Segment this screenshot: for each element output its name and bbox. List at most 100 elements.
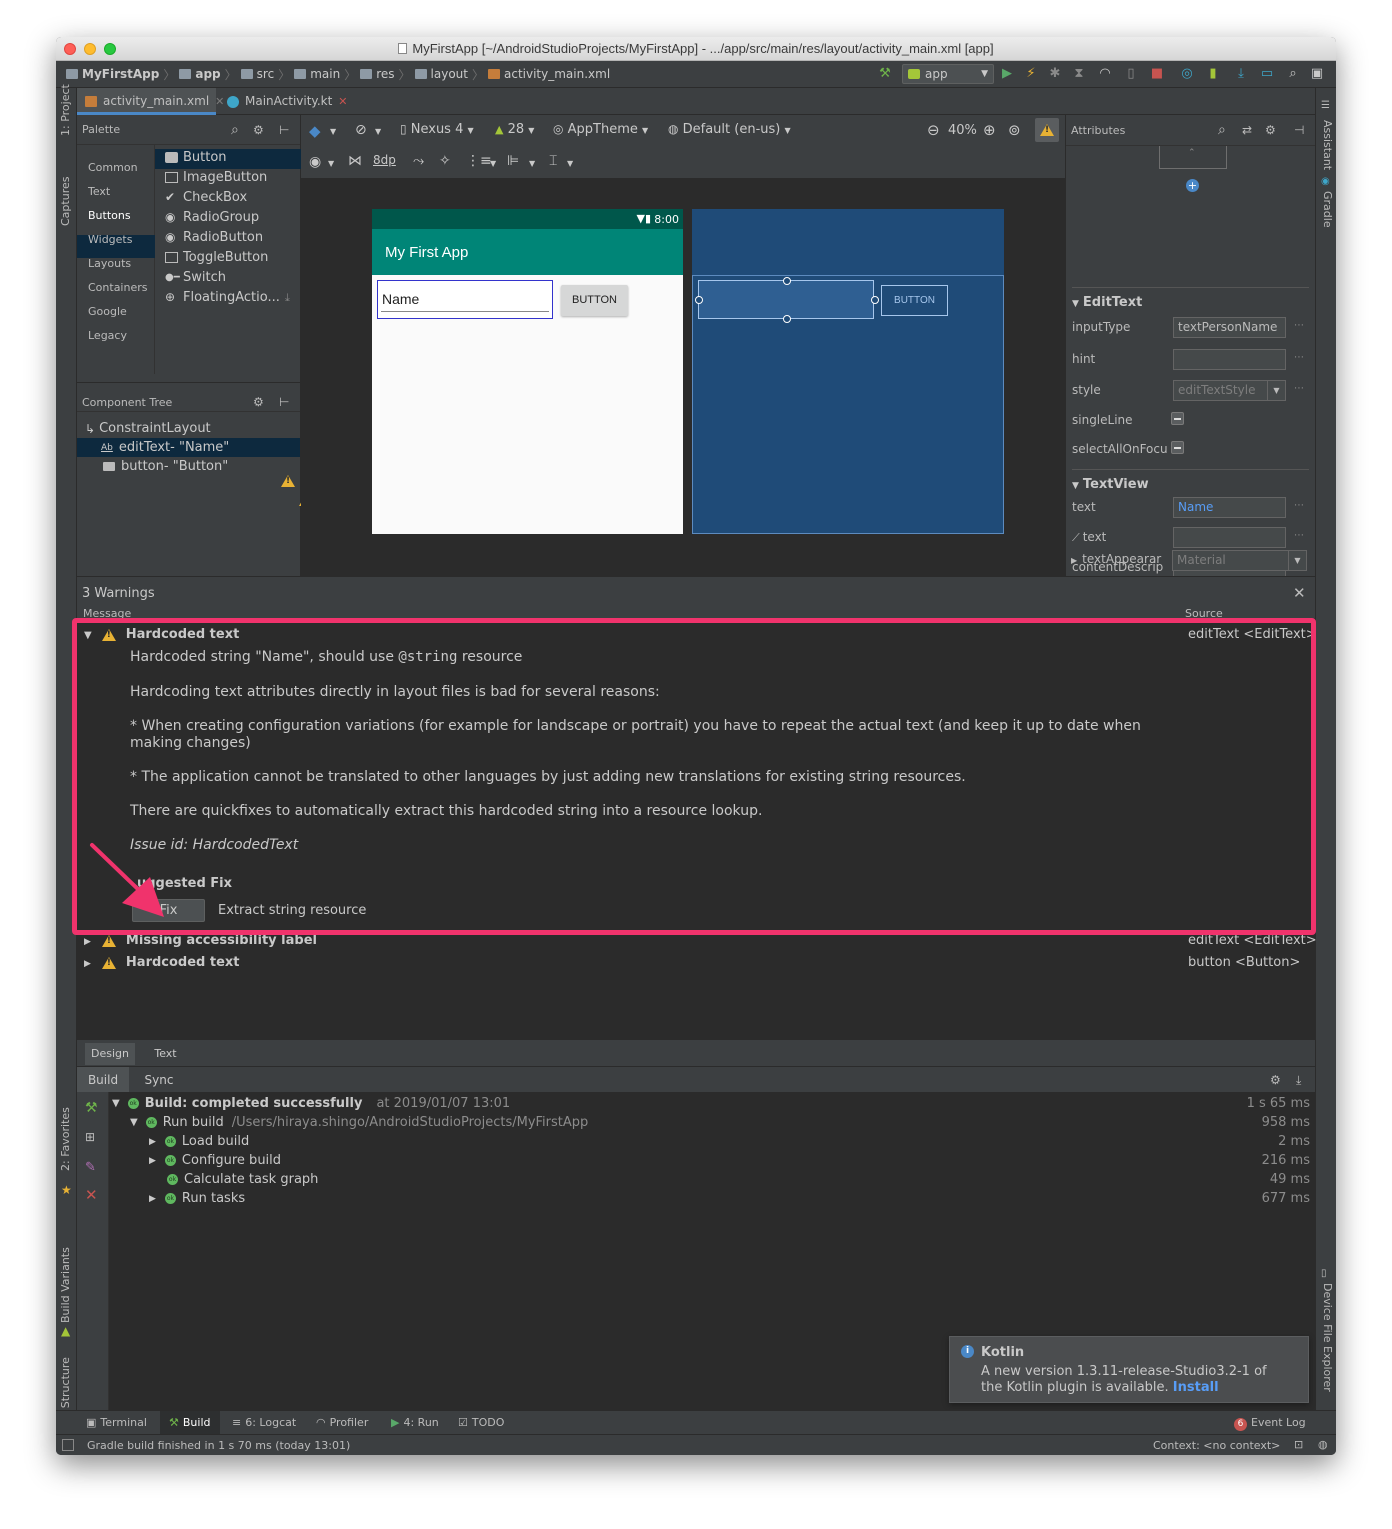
palette-item-switch[interactable]: ●━ Switch	[165, 270, 226, 285]
lock-icon[interactable]: ⊡	[1294, 1438, 1303, 1451]
add-constraint-icon[interactable]: +	[1186, 179, 1199, 192]
pin-icon[interactable]: ✎	[85, 1160, 96, 1175]
inspector-icon[interactable]: ◍	[1318, 1438, 1328, 1451]
project-tool-tab[interactable]: 1: Project	[59, 84, 72, 136]
swap-icon[interactable]: ⇄	[1242, 123, 1252, 137]
build-row-completed[interactable]: ▼ ok Build: completed successfully at 2019/…	[112, 1096, 510, 1111]
terminal-tool-button[interactable]: ▣ Terminal	[86, 1416, 147, 1429]
palette-item-checkbox[interactable]: ✔ CheckBox	[165, 190, 247, 205]
event-log-button[interactable]: 6 Event Log	[1234, 1416, 1306, 1431]
hammer-icon[interactable]: ⚒	[85, 1100, 98, 1116]
build-variants-tool-tab[interactable]: Build Variants	[59, 1247, 72, 1323]
build-row-task-graph[interactable]: ok Calculate task graph	[167, 1172, 318, 1187]
project-structure-icon[interactable]: ▭	[1258, 65, 1276, 83]
layers-icon[interactable]: ◆	[309, 122, 321, 140]
build-row-run-tasks[interactable]: ▶ ok Run tasks	[149, 1191, 245, 1206]
breadcrumb-file[interactable]: activity_main.xml	[488, 67, 610, 81]
sync-gradle-icon[interactable]: ◎	[1178, 65, 1196, 83]
build-row-run-build[interactable]: ▼ ok Run build/Users/hiraya.shingo/Android…	[130, 1115, 588, 1130]
profiler-tool-button[interactable]: ◠ Profiler	[316, 1416, 368, 1429]
category-legacy[interactable]: Legacy	[88, 329, 127, 342]
device-file-explorer-tool-tab[interactable]: Device File Explorer	[1321, 1283, 1334, 1392]
close-icon[interactable]: ✕	[1293, 584, 1306, 602]
palette-item-toggle-button[interactable]: ToggleButton	[165, 250, 268, 265]
constraint-handle-icon[interactable]	[695, 296, 703, 304]
attr-style-select[interactable]: editTextStyle ▼	[1173, 380, 1286, 401]
align-icon[interactable]: ⊫	[507, 153, 519, 169]
attr-input-type-field[interactable]: textPersonName	[1173, 317, 1286, 338]
minimize-window-button[interactable]	[84, 43, 96, 55]
profile-icon[interactable]: ◠	[1096, 65, 1114, 83]
gear-icon[interactable]: ⚙	[253, 395, 264, 409]
palette-item-radio-group[interactable]: ◉ RadioGroup	[165, 210, 259, 225]
window-icon[interactable]: ▣	[1308, 65, 1326, 83]
zoom-out-icon[interactable]: ⊖	[927, 121, 940, 139]
run-tool-button[interactable]: ▶ 4: Run	[391, 1416, 439, 1429]
captures-tool-tab[interactable]: Captures	[59, 177, 72, 226]
run-config-select[interactable]: app ▼	[902, 64, 994, 84]
constraint-handle-icon[interactable]	[783, 315, 791, 323]
api-select[interactable]: ▲ 28 ▼	[495, 122, 534, 137]
palette-item-radio-button[interactable]: ◉ RadioButton	[165, 230, 263, 245]
orientation-icon[interactable]: ⊘	[355, 122, 367, 138]
download-icon[interactable]: ⤓	[285, 291, 290, 305]
category-layouts[interactable]: Layouts	[88, 257, 131, 270]
constraint-handle-icon[interactable]	[783, 277, 791, 285]
assistant-tool-tab[interactable]: Assistant	[1321, 120, 1334, 170]
palette-item-image-button[interactable]: ImageButton	[165, 170, 267, 185]
close-tab-icon[interactable]: ✕	[338, 95, 347, 108]
breadcrumb-layout[interactable]: layout 〉	[414, 66, 484, 83]
category-widgets[interactable]: Widgets	[88, 233, 132, 246]
more-icon[interactable]: ⋯	[1294, 383, 1304, 394]
category-common[interactable]: Common	[88, 161, 138, 174]
tab-text[interactable]: Text	[143, 1043, 188, 1065]
tab-build-output[interactable]: Build	[77, 1067, 129, 1093]
design-canvas[interactable]: ▼▮ 8:00 My First App Name BUTTON BUTTON	[301, 179, 1065, 576]
attr-hint-field[interactable]	[1173, 349, 1286, 370]
hide-panel-icon[interactable]: ⊢	[279, 123, 289, 137]
zoom-in-icon[interactable]: ⊕	[983, 121, 996, 139]
more-icon[interactable]: ⋯	[1294, 352, 1304, 363]
constraint-widget[interactable]: ⌃	[1159, 146, 1227, 169]
category-containers[interactable]: Containers	[88, 281, 148, 294]
blueprint-edittext[interactable]	[695, 277, 879, 323]
attach-icon[interactable]: ▯	[1122, 65, 1140, 83]
warning-row-hardcoded-button[interactable]: ▶Hardcoded text	[84, 955, 240, 970]
search-icon[interactable]: ⌕	[1284, 65, 1302, 83]
avd-manager-icon[interactable]: ▮	[1204, 65, 1222, 83]
attr-text-field[interactable]: Name	[1173, 497, 1286, 518]
breadcrumb-src[interactable]: src 〉	[240, 66, 290, 83]
category-google[interactable]: Google	[88, 305, 127, 318]
palette-item-floating-action[interactable]: ⊕ FloatingActio...	[165, 290, 280, 305]
toggle-view-icon[interactable]: ⊞	[85, 1130, 95, 1144]
device-select[interactable]: ▯ Nexus 4 ▼	[400, 122, 474, 137]
hide-panel-icon[interactable]: ⊣	[1294, 123, 1304, 137]
autoconnect-off-icon[interactable]: ⋈	[348, 153, 362, 169]
attr-select-all-checkbox[interactable]	[1171, 441, 1184, 454]
more-icon[interactable]: ⋯	[1294, 320, 1304, 331]
attr-tools-text-field[interactable]	[1173, 527, 1286, 548]
maximize-window-button[interactable]	[104, 43, 116, 55]
more-icon[interactable]: ⋯	[1294, 530, 1304, 541]
tab-main-activity-kt[interactable]: MainActivity.kt ✕	[219, 88, 349, 115]
tree-root-constraintlayout[interactable]: ↳ ConstraintLayout	[85, 421, 211, 436]
debug-icon[interactable]: ✱	[1046, 65, 1064, 83]
zoom-fit-icon[interactable]: ⊚	[1008, 121, 1021, 139]
build-tool-button[interactable]: ⚒ Build	[169, 1416, 211, 1429]
breadcrumb-res[interactable]: res 〉	[360, 66, 411, 83]
attr-text-appearance-select[interactable]: Material ▼	[1172, 550, 1307, 571]
gear-icon[interactable]: ⚙	[1270, 1073, 1281, 1087]
phone-edittext[interactable]: Name	[377, 280, 553, 319]
blueprint-button[interactable]: BUTTON	[881, 285, 948, 316]
logcat-tool-button[interactable]: ≡ 6: Logcat	[232, 1416, 296, 1429]
gear-icon[interactable]: ⚙	[253, 123, 264, 137]
tab-design[interactable]: Design	[85, 1043, 135, 1065]
run-icon[interactable]: ▶	[998, 65, 1016, 83]
hide-panel-icon[interactable]: ⤓	[1296, 1073, 1301, 1088]
locale-select[interactable]: ◍ Default (en-us) ▼	[668, 122, 791, 137]
search-icon[interactable]: ⌕	[1218, 122, 1226, 138]
category-buttons[interactable]: Buttons	[88, 209, 131, 222]
breadcrumb-main[interactable]: main 〉	[294, 66, 356, 83]
breadcrumb-project[interactable]: MyFirstApp 〉	[66, 66, 175, 83]
constraint-handle-icon[interactable]	[871, 296, 879, 304]
